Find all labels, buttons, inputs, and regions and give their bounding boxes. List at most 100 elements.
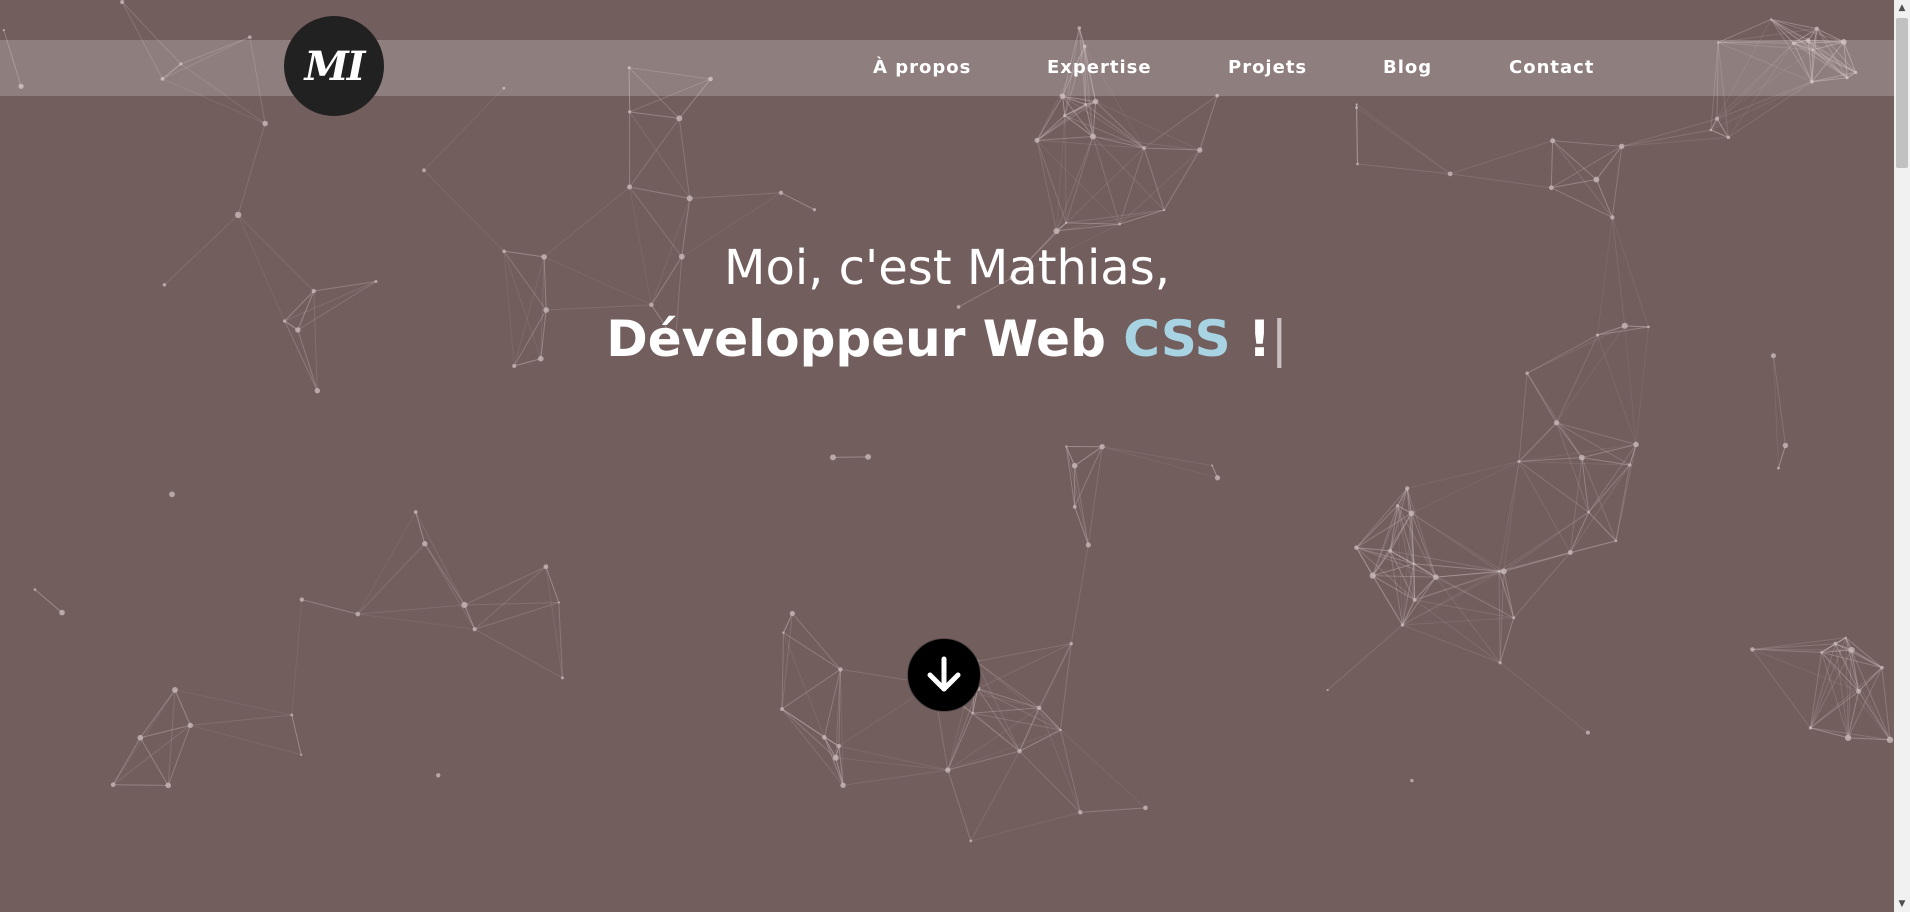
network-node [557, 601, 560, 604]
nav-link-expertise[interactable]: Expertise [1047, 40, 1152, 96]
network-link [1858, 667, 1883, 692]
network-node [1498, 661, 1502, 665]
network-node [165, 782, 171, 789]
scroll-up-arrow-icon[interactable]: ▲ [1894, 0, 1910, 16]
network-link [1065, 446, 1089, 546]
network-node [1814, 26, 1819, 31]
hero-greeting: Moi, c'est Mathias, [724, 240, 1170, 296]
network-link [781, 613, 793, 710]
network-link [291, 599, 303, 716]
network-node [1808, 726, 1813, 730]
network-link [781, 708, 844, 786]
arrow-down-icon [927, 656, 961, 692]
network-link [1060, 729, 1146, 809]
network-link [1038, 707, 1081, 813]
network-link [1066, 209, 1165, 224]
network-link [1526, 372, 1557, 424]
network-link [1556, 422, 1590, 513]
network-node [1356, 162, 1359, 166]
network-node [422, 541, 428, 547]
hero-title-highlight: CSS [1123, 310, 1231, 368]
network-node [649, 302, 654, 308]
network-link [112, 737, 141, 785]
network-link [1402, 576, 1437, 626]
network-node [829, 454, 836, 461]
network-node [33, 588, 37, 591]
hero-title-suffix: ! [1230, 310, 1271, 368]
network-node [1628, 463, 1632, 467]
network-node [1578, 454, 1585, 461]
network-link [1036, 140, 1058, 232]
network-link [1498, 571, 1501, 663]
network-node [1709, 128, 1713, 132]
network-node [1500, 568, 1507, 575]
scroll-down-button[interactable] [907, 638, 981, 712]
particle-network-background [2, 0, 1894, 843]
page-scrollbar[interactable]: ▲ ▼ [1894, 0, 1910, 912]
network-link [464, 604, 476, 630]
network-link [838, 745, 948, 771]
network-link [174, 689, 191, 726]
network-link [1503, 461, 1520, 572]
network-link [975, 661, 1061, 731]
network-node [1714, 116, 1720, 121]
network-node [1844, 636, 1847, 639]
scrollbar-thumb[interactable] [1896, 18, 1908, 168]
network-node [1084, 102, 1088, 106]
network-node [971, 711, 974, 715]
network-link [1615, 464, 1631, 541]
network-node [1517, 459, 1521, 463]
scroll-down-arrow-icon[interactable]: ▼ [1894, 896, 1910, 912]
network-node [1326, 688, 1329, 692]
network-link [1402, 617, 1514, 626]
network-node [1142, 146, 1146, 150]
network-node [1610, 215, 1615, 220]
nav-link-blog[interactable]: Blog [1383, 40, 1432, 96]
network-node [789, 610, 795, 617]
network-node [1550, 138, 1556, 144]
network-node [1034, 137, 1040, 143]
network-link [1080, 807, 1146, 813]
network-node [840, 782, 846, 789]
network-link [291, 714, 302, 755]
network-node [1782, 442, 1789, 449]
network-link [781, 708, 837, 759]
network-node [676, 115, 683, 122]
network-node [1844, 734, 1852, 741]
network-node [413, 510, 418, 514]
network-link [113, 784, 169, 786]
network-link [1095, 101, 1201, 151]
network-node [137, 734, 144, 741]
nav-link-projets[interactable]: Projets [1228, 40, 1307, 96]
network-node [1077, 26, 1082, 30]
network-link [464, 566, 547, 606]
network-link [1092, 101, 1097, 137]
network-node [1072, 504, 1077, 509]
network-link [1621, 129, 1711, 147]
network-link [1450, 173, 1552, 189]
network-link [1070, 544, 1089, 644]
network-node [956, 305, 961, 309]
network-node [1614, 539, 1618, 543]
network-node [1069, 641, 1073, 646]
network-link [1327, 624, 1403, 691]
nav-link-contact[interactable]: Contact [1509, 40, 1594, 96]
network-link [977, 688, 1061, 731]
network-node [1118, 222, 1121, 226]
network-link [357, 613, 475, 630]
network-node [262, 120, 268, 127]
network-link [1499, 662, 1589, 734]
network-node [1089, 133, 1096, 140]
network-node [1369, 572, 1376, 579]
network-link [1143, 95, 1218, 149]
network-node [1567, 549, 1573, 555]
network-node [1053, 227, 1060, 235]
network-link [976, 643, 1072, 662]
hero-title: Développeur Web CSS !| [0, 310, 1894, 368]
network-node [1633, 441, 1639, 448]
nav-link-a-propos[interactable]: À propos [873, 40, 971, 96]
network-link [139, 737, 169, 786]
network-link [1499, 571, 1505, 663]
network-node [1085, 542, 1091, 548]
network-link [1556, 422, 1583, 458]
